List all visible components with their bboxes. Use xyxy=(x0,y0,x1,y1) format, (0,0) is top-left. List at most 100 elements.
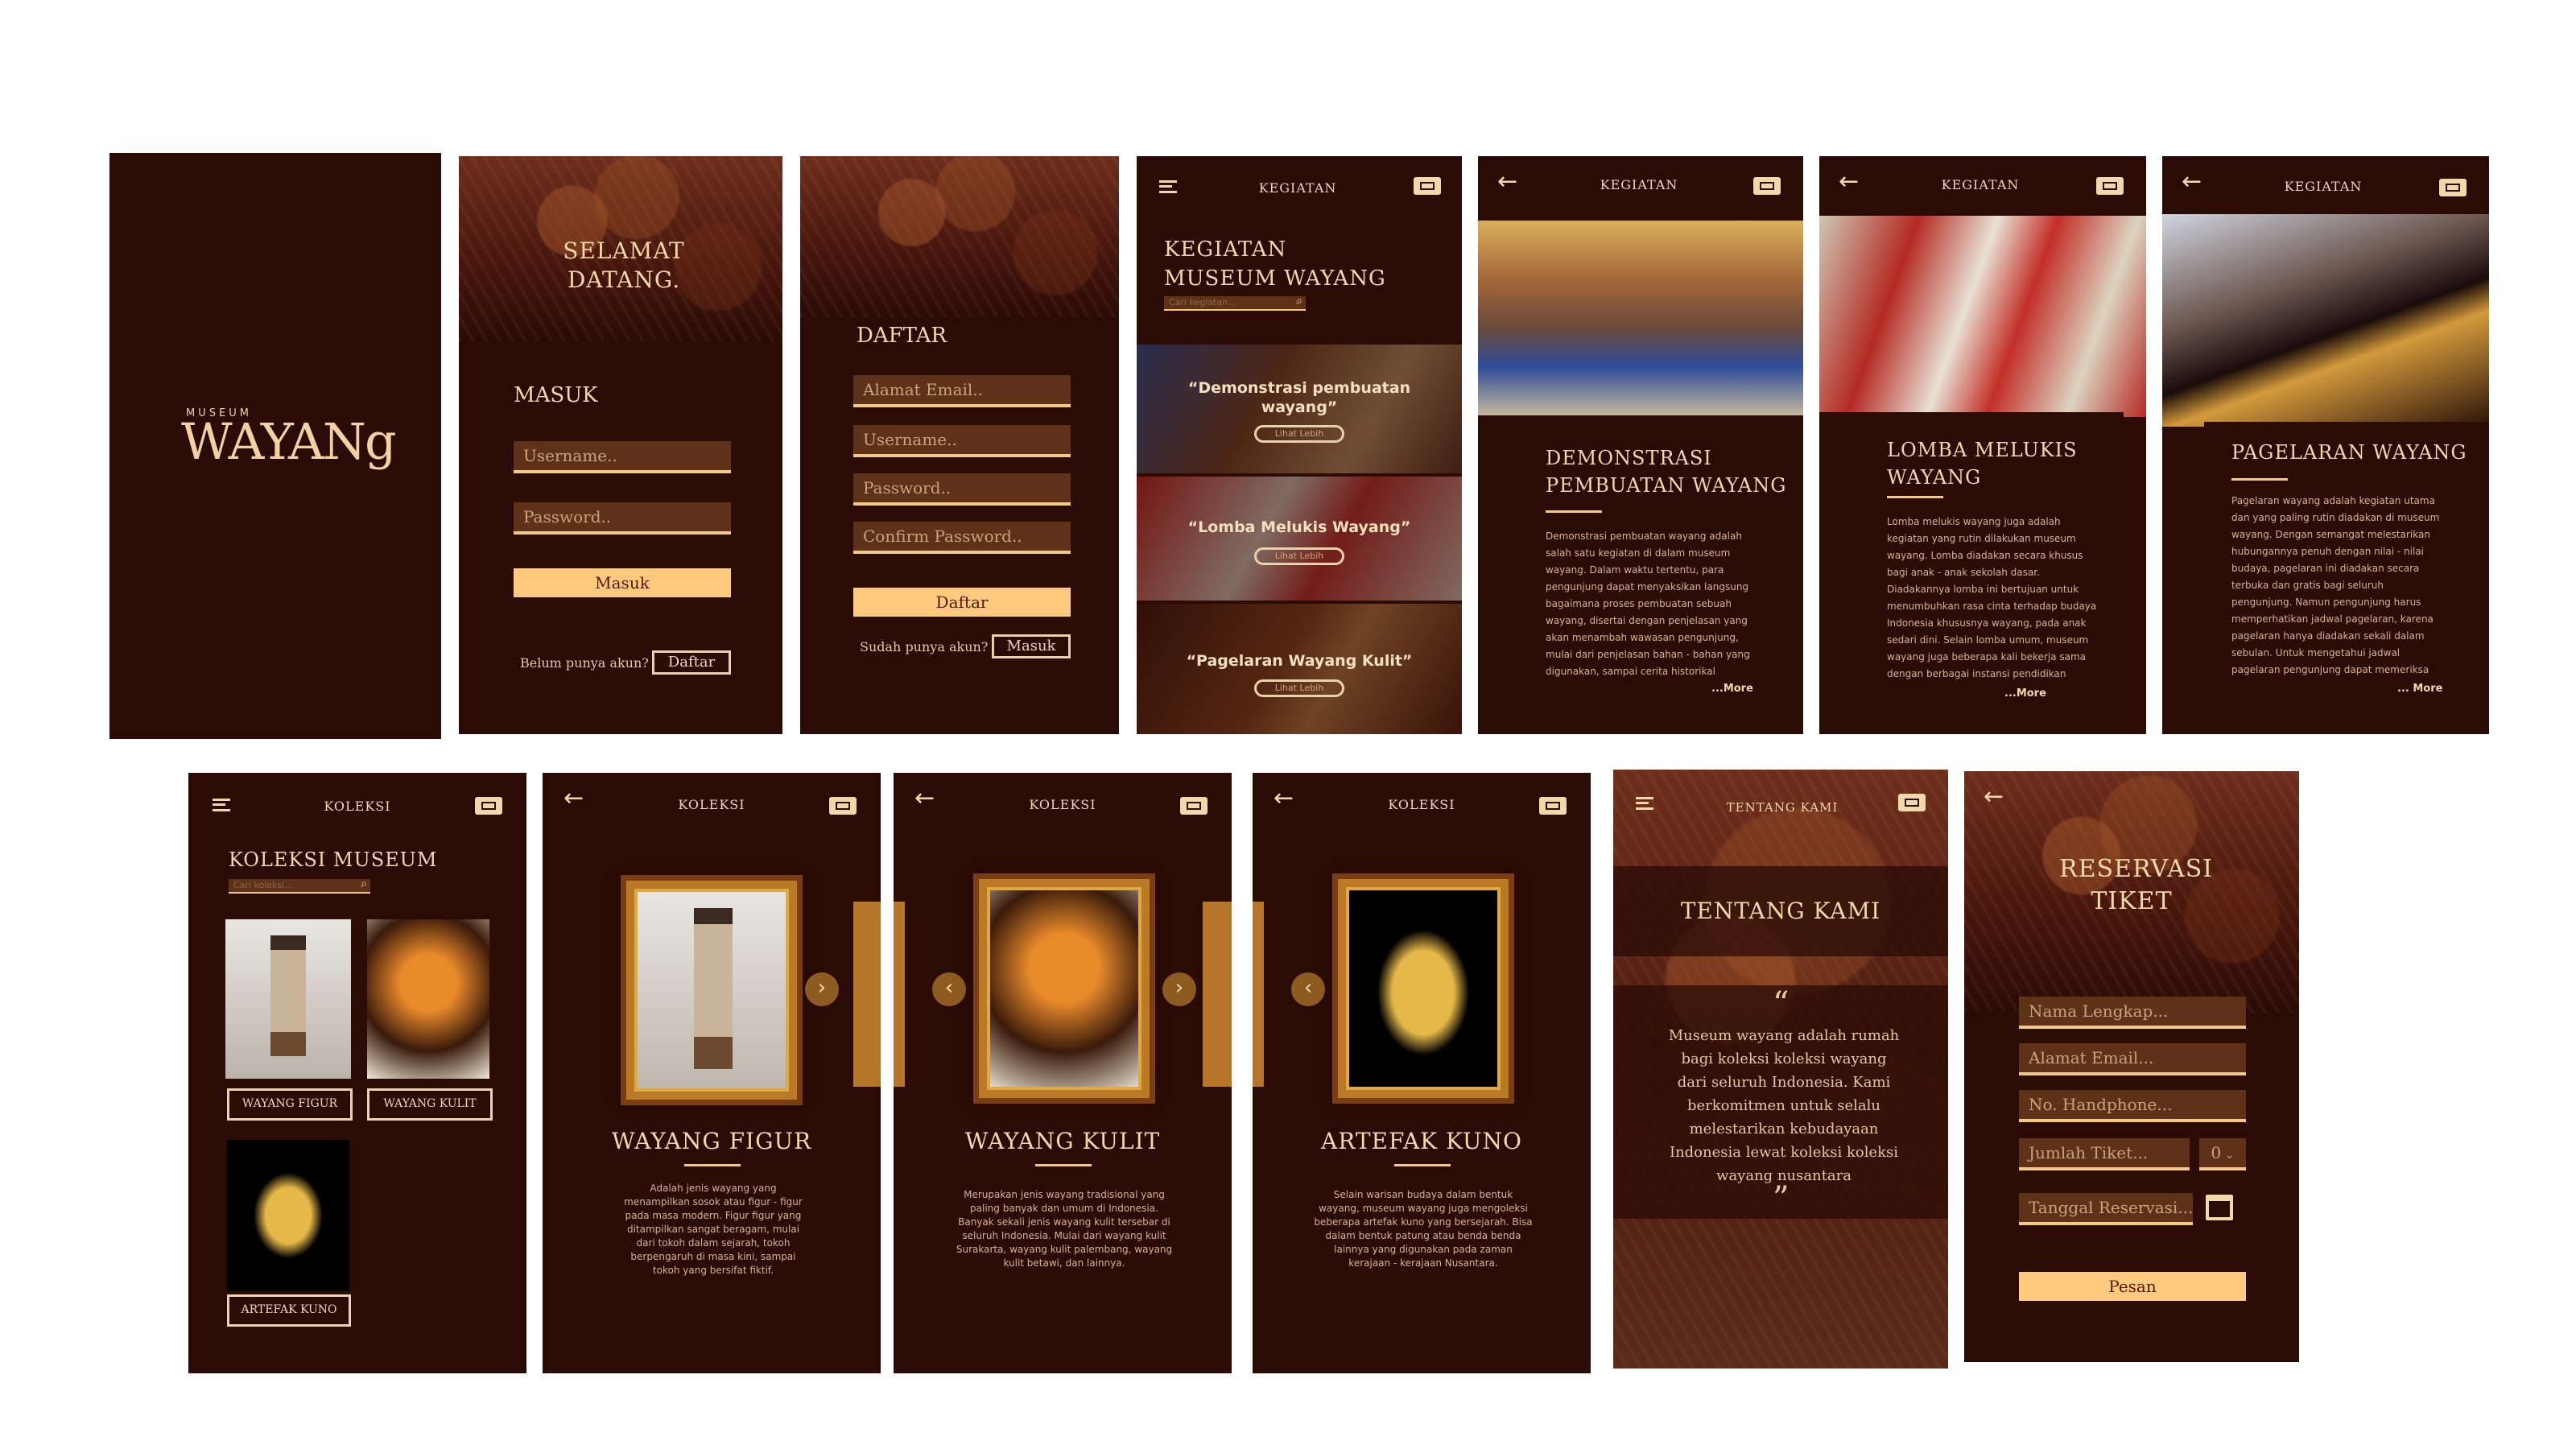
ticket-icon[interactable] xyxy=(2439,179,2467,196)
search-icon[interactable]: ⌕ xyxy=(361,877,367,890)
wayang-kulit-label[interactable]: WAYANG KULIT xyxy=(367,1088,493,1121)
login-button[interactable]: Masuk xyxy=(514,568,731,597)
next-frame-peek xyxy=(853,902,881,1087)
phone-field[interactable]: No. Handphone... xyxy=(2019,1090,2246,1122)
read-more-link[interactable]: ...More xyxy=(1711,683,1753,695)
ticket-icon[interactable] xyxy=(1414,177,1441,195)
register-password-field[interactable]: Password.. xyxy=(853,473,1071,506)
ticket-icon[interactable] xyxy=(829,797,857,815)
search-icon[interactable]: ⌕ xyxy=(1296,295,1302,308)
artefak-kuno-label[interactable]: ARTEFAK KUNO xyxy=(227,1294,351,1327)
activity-card-show[interactable]: “Pagelaran Wayang Kulit” Lihat Lebih xyxy=(1137,604,1462,734)
confirm-password-field[interactable]: Confirm Password.. xyxy=(853,522,1071,554)
ticket-count-field[interactable]: Jumlah Tiket... xyxy=(2019,1138,2190,1170)
collection-search-input[interactable]: Cari koleksi... xyxy=(233,880,293,890)
login-link-button[interactable]: Masuk xyxy=(992,634,1071,658)
activity-card-painting[interactable]: “Lomba Melukis Wayang” Lihat Lebih xyxy=(1137,477,1462,601)
no-account-text: Belum punya akun? xyxy=(520,655,649,671)
date-field[interactable]: Tanggal Reservasi... xyxy=(2019,1193,2193,1225)
menu-icon[interactable] xyxy=(213,799,230,811)
menu-icon[interactable] xyxy=(1636,797,1653,810)
register-button[interactable]: Daftar xyxy=(853,588,1071,617)
figur-body: Adalah jenis wayang yang menampilkan sos… xyxy=(624,1183,803,1276)
activity-show-photo xyxy=(2162,214,2489,427)
back-arrow-icon[interactable]: ← xyxy=(2182,167,2202,196)
read-more-link[interactable]: ... More xyxy=(2397,683,2442,695)
register-screen: DAFTAR Alamat Email.. Username.. Passwor… xyxy=(800,156,1119,734)
back-arrow-icon[interactable]: ← xyxy=(1274,784,1294,812)
activity-card-cta[interactable]: Lihat Lebih xyxy=(1254,547,1344,565)
read-more-link[interactable]: ...More xyxy=(2004,687,2046,700)
wayang-kulit-screen: ← KOLEKSI ‹ › WAYANG KULIT Merupakan jen… xyxy=(894,773,1232,1373)
email-field[interactable]: Alamat Email... xyxy=(2019,1043,2246,1075)
museum-logo: MUSEUM WAYANg xyxy=(181,407,397,480)
activities-search-input[interactable]: Cari kegiatan... xyxy=(1169,297,1236,308)
ticket-count-select[interactable]: 0 ⌄ xyxy=(2199,1138,2246,1170)
title-divider xyxy=(1035,1164,1092,1166)
full-name-field[interactable]: Nama Lengkap... xyxy=(2019,997,2246,1029)
activities-header: KEGIATAN xyxy=(1258,180,1337,196)
activities-screen: KEGIATAN KEGIATAN MUSEUM WAYANG Cari keg… xyxy=(1137,156,1462,734)
chevron-left-icon[interactable]: ‹ xyxy=(1291,972,1325,1006)
ticket-icon[interactable] xyxy=(475,797,502,815)
welcome-title: SELAMAT DATANG. xyxy=(563,237,685,293)
artefak-kuno-thumbnail[interactable] xyxy=(227,1140,349,1291)
activity-paint-screen: ← KEGIATAN LOMBA MELUKIS WAYANG Lomba me… xyxy=(1819,156,2146,734)
back-arrow-icon[interactable]: ← xyxy=(914,784,935,812)
title-divider xyxy=(684,1164,741,1166)
activity-show-screen: ← KEGIATAN PAGELARAN WAYANG Pagelaran wa… xyxy=(2162,156,2489,734)
prev-frame-peek xyxy=(1253,902,1264,1087)
menu-icon[interactable] xyxy=(1159,180,1177,193)
chevron-right-icon[interactable]: › xyxy=(1162,972,1196,1006)
activity-paint-header: KEGIATAN xyxy=(1941,177,2020,192)
ticket-icon[interactable] xyxy=(1753,177,1781,195)
wayang-kulit-thumbnail[interactable] xyxy=(367,919,489,1079)
title-divider xyxy=(2231,478,2288,481)
username-field[interactable]: Username.. xyxy=(514,441,731,473)
email-field[interactable]: Alamat Email.. xyxy=(853,375,1071,407)
about-header: TENTANG KAMI xyxy=(1726,800,1839,815)
about-title: TENTANG KAMI xyxy=(1680,898,1881,924)
back-arrow-icon[interactable]: ← xyxy=(1839,167,1859,196)
calendar-icon[interactable] xyxy=(2206,1195,2233,1220)
activity-demo-screen: ← KEGIATAN DEMONSTRASI PEMBUATAN WAYANG … xyxy=(1478,156,1803,734)
activity-paint-title: LOMBA MELUKIS WAYANG xyxy=(1887,439,2078,489)
activity-show-title: PAGELARAN WAYANG xyxy=(2231,441,2467,464)
wayang-figur-screen: ← KOLEKSI › WAYANG FIGUR Adalah jenis wa… xyxy=(543,773,881,1373)
collection-search-bar[interactable]: Cari koleksi... ⌕ xyxy=(229,877,370,894)
password-field[interactable]: Password.. xyxy=(514,502,731,535)
activity-card-title: “Demonstrasi pembuatan wayang” xyxy=(1187,379,1411,416)
activity-card-cta[interactable]: Lihat Lebih xyxy=(1254,679,1344,697)
next-frame-peek xyxy=(1203,902,1232,1087)
about-screen: TENTANG KAMI TENTANG KAMI “ Museum wayan… xyxy=(1613,770,1948,1368)
title-divider xyxy=(1546,510,1602,513)
has-account-text: Sudah punya akun? xyxy=(860,639,989,654)
ticket-icon[interactable] xyxy=(1180,797,1208,815)
activity-card-cta[interactable]: Lihat Lebih xyxy=(1254,425,1344,443)
quote-icon: “ xyxy=(1773,985,1790,1022)
artefak-title: ARTEFAK KUNO xyxy=(1321,1128,1522,1154)
wayang-figur-label[interactable]: WAYANG FIGUR xyxy=(227,1088,353,1121)
artefak-framed-image xyxy=(1338,879,1509,1098)
artefak-header: KOLEKSI xyxy=(1388,797,1455,812)
chevron-left-icon[interactable]: ‹ xyxy=(932,972,966,1006)
wayang-figur-thumbnail[interactable] xyxy=(225,919,351,1079)
back-arrow-icon[interactable]: ← xyxy=(1497,167,1517,196)
submit-reservation-button[interactable]: Pesan xyxy=(2019,1272,2246,1301)
chevron-right-icon[interactable]: › xyxy=(805,972,839,1006)
artefak-kuno-screen: ← KOLEKSI ‹ ARTEFAK KUNO Selain warisan … xyxy=(1253,773,1591,1373)
back-arrow-icon[interactable]: ← xyxy=(564,784,584,812)
activity-card-title: “Pagelaran Wayang Kulit” xyxy=(1186,652,1413,670)
ticket-icon[interactable] xyxy=(2096,177,2124,195)
activity-card-demo[interactable]: “Demonstrasi pembuatan wayang” Lihat Leb… xyxy=(1137,345,1462,473)
ticket-icon[interactable] xyxy=(1898,794,1926,811)
activities-search-bar[interactable]: Cari kegiatan... ⌕ xyxy=(1164,295,1306,311)
chevron-down-icon: ⌄ xyxy=(2221,1149,2235,1162)
back-arrow-icon[interactable]: ← xyxy=(1984,782,2004,811)
activity-paint-photo xyxy=(1819,216,2146,417)
register-title: DAFTAR xyxy=(857,324,947,348)
register-link-button[interactable]: Daftar xyxy=(652,650,731,675)
activity-demo-header: KEGIATAN xyxy=(1600,177,1678,192)
ticket-icon[interactable] xyxy=(1539,797,1567,815)
register-username-field[interactable]: Username.. xyxy=(853,425,1071,457)
